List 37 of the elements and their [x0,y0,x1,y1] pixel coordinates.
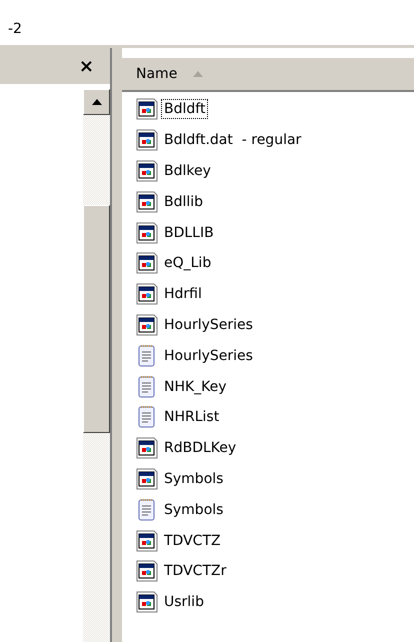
file-name[interactable]: Hdrfil [162,285,204,304]
file-name[interactable]: Bdldft [162,100,208,118]
program-icon [135,558,159,584]
file-name[interactable]: HourlySeries [162,316,255,334]
up-arrow-icon [92,99,102,105]
sort-ascending-icon [193,71,204,77]
program-icon [135,188,159,215]
close-button[interactable]: × [76,56,96,76]
program-icon [135,158,159,184]
program-icon [135,312,159,338]
program-icon [135,250,159,276]
file-name[interactable]: NHK_Key [162,378,229,396]
program-icon [135,435,159,462]
program-icon [135,528,159,554]
file-name[interactable]: Bdllib [162,192,206,211]
file-name[interactable]: TDVCTZr [162,562,228,580]
program-icon [135,127,159,154]
file-name[interactable]: Bdldft.dat - regular [162,131,304,150]
scrollbar[interactable] [83,89,110,642]
file-name[interactable]: Symbols [162,470,226,488]
program-icon [135,220,159,246]
file-name[interactable]: NHRList [162,408,222,426]
address-text: -2 [8,21,22,37]
program-icon [135,589,159,616]
program-icon [135,96,159,122]
scroll-thumb[interactable] [83,205,110,433]
scroll-up-button[interactable] [83,89,110,115]
file-name[interactable]: eQ_Lib [162,254,214,272]
file-name[interactable]: BDLLIB [162,224,216,242]
program-icon [135,281,159,308]
file-name[interactable]: Usrlib [162,593,206,612]
file-name[interactable]: RdBDLKey [162,439,238,458]
program-icon [135,466,159,492]
file-name[interactable]: Bdlkey [162,162,213,180]
file-name[interactable]: Symbols [162,500,226,519]
file-name[interactable]: HourlySeries [162,346,255,365]
file-name[interactable]: TDVCTZ [162,532,223,550]
